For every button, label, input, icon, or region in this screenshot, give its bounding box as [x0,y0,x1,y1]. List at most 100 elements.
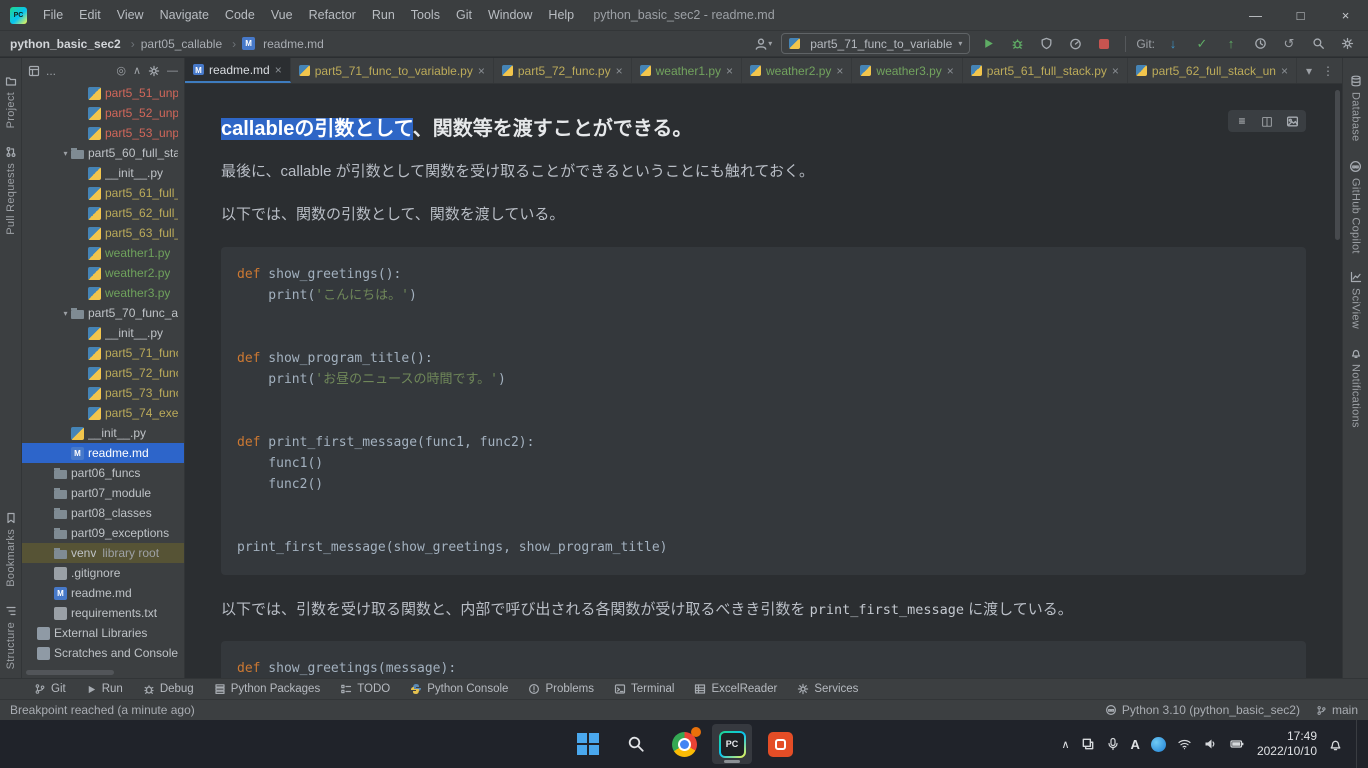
editor-scrollbar[interactable] [1335,90,1340,240]
editor-tab[interactable]: weather2.py × [742,58,852,83]
git-push-icon[interactable]: ↑ [1220,33,1242,55]
tree-item[interactable]: part5_71_func_to_va [22,343,184,363]
tool-button-debug[interactable]: Debug [133,679,204,699]
tree-item[interactable]: part5_72_func.py [22,363,184,383]
interpreter-widget[interactable]: Python 3.10 (python_basic_sec2) [1105,703,1300,717]
tab-close-icon[interactable]: × [1112,64,1119,78]
volume-icon[interactable] [1203,737,1218,751]
tree-item[interactable]: part5_62_full_stack_ [22,203,184,223]
tab-close-icon[interactable]: × [726,64,733,78]
taskbar-search-button[interactable] [616,724,656,764]
coverage-button[interactable] [1035,33,1057,55]
breadcrumb-item[interactable]: part05_callable › [141,37,242,51]
tree-item[interactable]: requirements.txt [22,603,184,623]
editor-tab[interactable]: weather3.py × [852,58,962,83]
horizontal-scrollbar[interactable] [26,670,114,675]
editor-tab[interactable]: part5_61_full_stack.py × [963,58,1128,83]
profile-icon[interactable]: ▾ [752,33,774,55]
panel-settings-icon[interactable] [148,65,160,77]
chrome-button[interactable] [664,724,704,764]
menu-item[interactable]: Help [540,0,582,30]
tool-window-button-structure[interactable]: Structure [5,605,17,669]
wifi-icon[interactable] [1177,737,1192,751]
ime-indicator[interactable]: A [1131,737,1140,752]
breadcrumb-item[interactable]: python_basic_sec2 › [10,37,141,51]
tool-button-python-console[interactable]: Python Console [400,679,518,699]
menu-item[interactable]: Vue [263,0,301,30]
tree-item[interactable]: __init__.py [22,163,184,183]
maximize-button[interactable]: □ [1278,0,1323,30]
tree-item[interactable]: ▾ part5_60_full_stack [22,143,184,163]
menu-item[interactable]: Tools [403,0,448,30]
tree-item[interactable]: part5_63_full_stack_ [22,223,184,243]
tool-button-python-packages[interactable]: Python Packages [204,679,331,699]
tree-item[interactable]: part5_61_full_stack.p [22,183,184,203]
search-everywhere-icon[interactable] [1307,33,1329,55]
tree-item[interactable]: Scratches and Consoles [22,643,184,663]
taskbar-clock[interactable]: 17:49 2022/10/10 [1257,729,1317,759]
tree-item[interactable]: __init__.py [22,423,184,443]
tool-window-button-database[interactable]: Database [1350,75,1362,142]
tree-item[interactable]: __init__.py [22,323,184,343]
tree-item[interactable]: weather1.py [22,243,184,263]
layers-icon[interactable] [1081,737,1095,751]
git-commit-icon[interactable]: ✓ [1191,33,1213,55]
tree-item[interactable]: part5_74_execute_fu [22,403,184,423]
pycharm-taskbar-button[interactable]: PC [712,724,752,764]
tree-item[interactable]: part5_51_unpack_ar [22,83,184,103]
tree-item[interactable]: part07_module [22,483,184,503]
tool-window-button-copilot[interactable]: GitHub Copilot [1349,160,1362,254]
tree-item[interactable]: External Libraries [22,623,184,643]
minimize-button[interactable]: — [1233,0,1278,30]
breadcrumb-item[interactable]: readme.md › [242,37,324,51]
run-button[interactable] [977,33,999,55]
menu-item[interactable]: Refactor [301,0,364,30]
tool-window-button-bookmarks[interactable]: Bookmarks [5,512,17,587]
history-icon[interactable] [1249,33,1271,55]
cortana-icon[interactable] [1151,737,1166,752]
menu-item[interactable]: Edit [71,0,109,30]
menu-item[interactable]: View [109,0,152,30]
undo-icon[interactable]: ↺ [1278,33,1300,55]
battery-icon[interactable] [1229,737,1246,751]
locate-file-icon[interactable]: ◎ [116,64,126,77]
expand-chevron-icon[interactable]: ▾ [60,309,71,318]
editor-tab[interactable]: part5_71_func_to_variable.py × [291,58,494,83]
tab-close-icon[interactable]: × [616,64,623,78]
start-button[interactable] [568,724,608,764]
tray-overflow-chevron-icon[interactable]: ∧ [1061,738,1069,751]
tree-item[interactable]: part08_classes [22,503,184,523]
split-view-icon[interactable]: ◫ [1256,112,1278,130]
tab-close-icon[interactable]: × [275,63,282,77]
tool-button-services[interactable]: Services [787,679,868,699]
tool-window-button-pull-requests[interactable]: Pull Requests [5,146,17,235]
tab-options-icon[interactable]: ⋮ [1322,64,1334,78]
menu-item[interactable]: Code [217,0,263,30]
tab-close-icon[interactable]: × [1281,64,1288,78]
close-button[interactable]: × [1323,0,1368,30]
project-view-dropdown[interactable]: ... [46,64,56,78]
tree-item[interactable]: ▾ part5_70_func_as_arg [22,303,184,323]
menu-item[interactable]: Window [480,0,540,30]
tree-item[interactable]: weather3.py [22,283,184,303]
tree-item[interactable]: part5_53_unpack_ar [22,123,184,143]
editor-tab[interactable]: part5_72_func.py × [494,58,632,83]
notification-center-bell-icon[interactable] [1328,737,1343,752]
editor-tab[interactable]: weather1.py × [632,58,742,83]
tool-window-button-project[interactable]: Project [5,75,17,128]
git-branch-widget[interactable]: main [1316,703,1358,717]
tool-window-button-notifications[interactable]: Notifications [1350,347,1362,428]
run-configuration-select[interactable]: part5_71_func_to_variable ▾ [781,33,970,54]
show-preview-image-icon[interactable] [1281,112,1303,130]
project-view-icon[interactable] [28,65,40,77]
tab-close-icon[interactable]: × [836,64,843,78]
tab-close-icon[interactable]: × [947,64,954,78]
tool-button-problems[interactable]: Problems [518,679,604,699]
tree-item[interactable]: part06_funcs [22,463,184,483]
expand-chevron-icon[interactable]: ▾ [60,149,71,158]
tree-item[interactable]: venv library root [22,543,184,563]
tool-button-run[interactable]: Run [76,679,133,699]
tab-close-icon[interactable]: × [478,64,485,78]
tree-item[interactable]: part09_exceptions [22,523,184,543]
tool-button-terminal[interactable]: Terminal [604,679,684,699]
